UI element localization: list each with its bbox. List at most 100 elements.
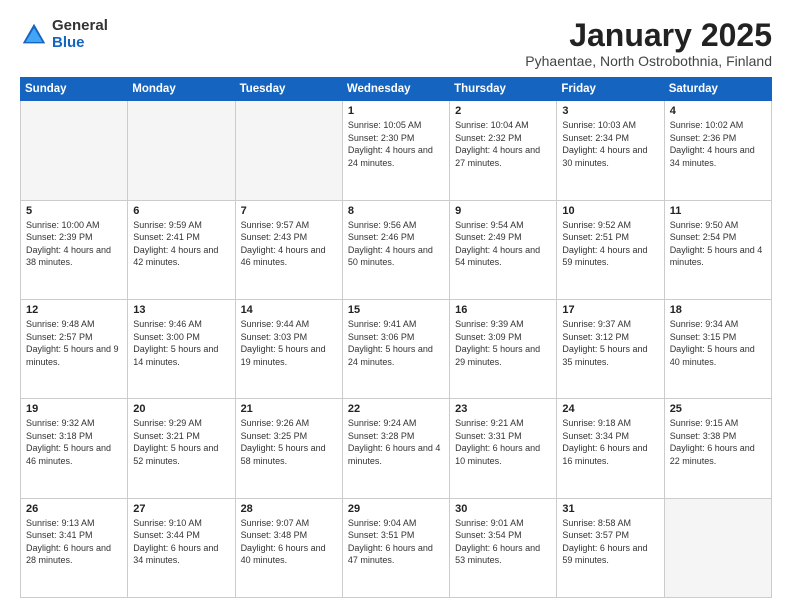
calendar-cell: 8 Sunrise: 9:56 AM Sunset: 2:46 PM Daylig… — [342, 200, 449, 299]
col-wednesday: Wednesday — [342, 78, 449, 101]
logo-text: General Blue — [52, 18, 108, 51]
calendar-cell: 9 Sunrise: 9:54 AM Sunset: 2:49 PM Daylig… — [450, 200, 557, 299]
calendar-cell: 28 Sunrise: 9:07 AM Sunset: 3:48 PM Dayli… — [235, 498, 342, 597]
day-number: 5 — [26, 205, 122, 217]
calendar-cell: 5 Sunrise: 10:00 AM Sunset: 2:39 PM Dayli… — [21, 200, 128, 299]
day-number: 9 — [455, 205, 551, 217]
day-number: 28 — [241, 503, 337, 515]
calendar-cell: 21 Sunrise: 9:26 AM Sunset: 3:25 PM Dayli… — [235, 399, 342, 498]
day-info: Sunrise: 9:37 AM Sunset: 3:12 PM Dayligh… — [562, 318, 658, 368]
day-info: Sunrise: 9:46 AM Sunset: 3:00 PM Dayligh… — [133, 318, 229, 368]
logo-icon — [20, 21, 48, 49]
calendar-cell: 4 Sunrise: 10:02 AM Sunset: 2:36 PM Dayli… — [664, 101, 771, 200]
day-info: Sunrise: 9:01 AM Sunset: 3:54 PM Dayligh… — [455, 517, 551, 567]
calendar-week-3: 19Sunrise: 9:32 AM Sunset: 3:18 PM Dayli… — [21, 399, 772, 498]
page: General Blue January 2025 Pyhaentae, Nor… — [0, 0, 792, 612]
month-title: January 2025 — [525, 18, 772, 53]
calendar-cell: 1 Sunrise: 10:05 AM Sunset: 2:30 PM Dayli… — [342, 101, 449, 200]
day-info: Sunrise: 9:44 AM Sunset: 3:03 PM Dayligh… — [241, 318, 337, 368]
calendar-cell — [235, 101, 342, 200]
calendar-cell: 12Sunrise: 9:48 AM Sunset: 2:57 PM Dayli… — [21, 299, 128, 398]
day-number: 21 — [241, 403, 337, 415]
day-number: 6 — [133, 205, 229, 217]
day-number: 23 — [455, 403, 551, 415]
calendar-cell: 29 Sunrise: 9:04 AM Sunset: 3:51 PM Dayli… — [342, 498, 449, 597]
calendar-cell: 15 Sunrise: 9:41 AM Sunset: 3:06 PM Dayli… — [342, 299, 449, 398]
calendar-cell: 26Sunrise: 9:13 AM Sunset: 3:41 PM Dayli… — [21, 498, 128, 597]
calendar-week-2: 12Sunrise: 9:48 AM Sunset: 2:57 PM Dayli… — [21, 299, 772, 398]
day-number: 1 — [348, 105, 444, 117]
logo-general: General — [52, 18, 108, 35]
col-sunday: Sunday — [21, 78, 128, 101]
day-info: Sunrise: 9:24 AM Sunset: 3:28 PM Dayligh… — [348, 417, 444, 467]
day-info: Sunrise: 9:07 AM Sunset: 3:48 PM Dayligh… — [241, 517, 337, 567]
title-block: January 2025 Pyhaentae, North Ostrobothn… — [525, 18, 772, 69]
day-number: 16 — [455, 304, 551, 316]
calendar-cell: 22 Sunrise: 9:24 AM Sunset: 3:28 PM Dayli… — [342, 399, 449, 498]
day-info: Sunrise: 10:02 AM Sunset: 2:36 PM Daylig… — [670, 119, 766, 169]
day-number: 20 — [133, 403, 229, 415]
calendar-cell: 6 Sunrise: 9:59 AM Sunset: 2:41 PM Daylig… — [128, 200, 235, 299]
day-info: Sunrise: 9:18 AM Sunset: 3:34 PM Dayligh… — [562, 417, 658, 467]
day-info: Sunrise: 10:00 AM Sunset: 2:39 PM Daylig… — [26, 219, 122, 269]
day-info: Sunrise: 9:15 AM Sunset: 3:38 PM Dayligh… — [670, 417, 766, 467]
day-number: 13 — [133, 304, 229, 316]
day-number: 27 — [133, 503, 229, 515]
calendar-week-0: 1 Sunrise: 10:05 AM Sunset: 2:30 PM Dayli… — [21, 101, 772, 200]
day-info: Sunrise: 9:10 AM Sunset: 3:44 PM Dayligh… — [133, 517, 229, 567]
day-info: Sunrise: 8:58 AM Sunset: 3:57 PM Dayligh… — [562, 517, 658, 567]
day-number: 30 — [455, 503, 551, 515]
day-info: Sunrise: 10:03 AM Sunset: 2:34 PM Daylig… — [562, 119, 658, 169]
calendar-cell: 20Sunrise: 9:29 AM Sunset: 3:21 PM Dayli… — [128, 399, 235, 498]
day-info: Sunrise: 9:57 AM Sunset: 2:43 PM Dayligh… — [241, 219, 337, 269]
calendar-week-4: 26Sunrise: 9:13 AM Sunset: 3:41 PM Dayli… — [21, 498, 772, 597]
calendar-cell: 10Sunrise: 9:52 AM Sunset: 2:51 PM Dayli… — [557, 200, 664, 299]
day-info: Sunrise: 9:39 AM Sunset: 3:09 PM Dayligh… — [455, 318, 551, 368]
day-info: Sunrise: 9:50 AM Sunset: 2:54 PM Dayligh… — [670, 219, 766, 269]
calendar-header-row: Sunday Monday Tuesday Wednesday Thursday… — [21, 78, 772, 101]
calendar-cell: 14 Sunrise: 9:44 AM Sunset: 3:03 PM Dayli… — [235, 299, 342, 398]
calendar-cell — [664, 498, 771, 597]
calendar-cell — [128, 101, 235, 200]
day-info: Sunrise: 9:41 AM Sunset: 3:06 PM Dayligh… — [348, 318, 444, 368]
day-number: 11 — [670, 205, 766, 217]
calendar-cell: 2 Sunrise: 10:04 AM Sunset: 2:32 PM Dayli… — [450, 101, 557, 200]
col-tuesday: Tuesday — [235, 78, 342, 101]
day-number: 24 — [562, 403, 658, 415]
day-number: 4 — [670, 105, 766, 117]
logo: General Blue — [20, 18, 108, 51]
day-info: Sunrise: 9:34 AM Sunset: 3:15 PM Dayligh… — [670, 318, 766, 368]
day-info: Sunrise: 9:21 AM Sunset: 3:31 PM Dayligh… — [455, 417, 551, 467]
day-number: 29 — [348, 503, 444, 515]
day-info: Sunrise: 9:04 AM Sunset: 3:51 PM Dayligh… — [348, 517, 444, 567]
day-number: 2 — [455, 105, 551, 117]
col-saturday: Saturday — [664, 78, 771, 101]
day-info: Sunrise: 9:56 AM Sunset: 2:46 PM Dayligh… — [348, 219, 444, 269]
day-number: 8 — [348, 205, 444, 217]
day-info: Sunrise: 10:05 AM Sunset: 2:30 PM Daylig… — [348, 119, 444, 169]
day-info: Sunrise: 9:26 AM Sunset: 3:25 PM Dayligh… — [241, 417, 337, 467]
calendar-cell: 17 Sunrise: 9:37 AM Sunset: 3:12 PM Dayli… — [557, 299, 664, 398]
calendar-cell: 27 Sunrise: 9:10 AM Sunset: 3:44 PM Dayli… — [128, 498, 235, 597]
calendar-cell: 31 Sunrise: 8:58 AM Sunset: 3:57 PM Dayli… — [557, 498, 664, 597]
day-number: 12 — [26, 304, 122, 316]
calendar-cell: 16 Sunrise: 9:39 AM Sunset: 3:09 PM Dayli… — [450, 299, 557, 398]
day-info: Sunrise: 9:52 AM Sunset: 2:51 PM Dayligh… — [562, 219, 658, 269]
day-info: Sunrise: 9:32 AM Sunset: 3:18 PM Dayligh… — [26, 417, 122, 467]
day-number: 14 — [241, 304, 337, 316]
day-number: 17 — [562, 304, 658, 316]
calendar-cell: 23 Sunrise: 9:21 AM Sunset: 3:31 PM Dayli… — [450, 399, 557, 498]
day-number: 22 — [348, 403, 444, 415]
calendar-cell: 24 Sunrise: 9:18 AM Sunset: 3:34 PM Dayli… — [557, 399, 664, 498]
day-info: Sunrise: 9:54 AM Sunset: 2:49 PM Dayligh… — [455, 219, 551, 269]
day-info: Sunrise: 10:04 AM Sunset: 2:32 PM Daylig… — [455, 119, 551, 169]
day-number: 15 — [348, 304, 444, 316]
day-number: 25 — [670, 403, 766, 415]
day-number: 26 — [26, 503, 122, 515]
day-number: 7 — [241, 205, 337, 217]
calendar-cell: 3Sunrise: 10:03 AM Sunset: 2:34 PM Dayli… — [557, 101, 664, 200]
calendar-cell: 11 Sunrise: 9:50 AM Sunset: 2:54 PM Dayli… — [664, 200, 771, 299]
calendar-cell: 18Sunrise: 9:34 AM Sunset: 3:15 PM Dayli… — [664, 299, 771, 398]
day-info: Sunrise: 9:59 AM Sunset: 2:41 PM Dayligh… — [133, 219, 229, 269]
day-number: 31 — [562, 503, 658, 515]
